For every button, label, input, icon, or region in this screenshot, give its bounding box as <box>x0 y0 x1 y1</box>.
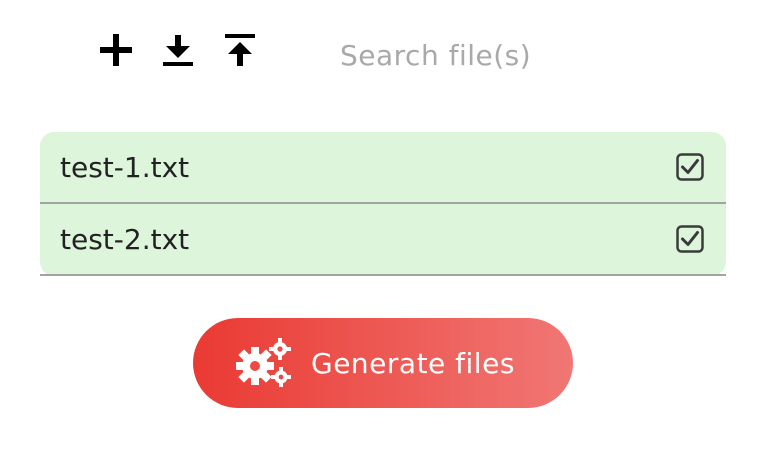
file-list: test-1.txt test-2.txt <box>40 132 726 276</box>
file-generator-page: test-1.txt test-2.txt <box>0 0 762 458</box>
download-button[interactable] <box>158 30 198 70</box>
search-input[interactable] <box>330 34 650 76</box>
toolbar <box>96 28 282 72</box>
checkbox-checked-icon[interactable] <box>676 153 704 181</box>
file-name: test-2.txt <box>60 222 190 256</box>
generate-files-button[interactable]: Generate files <box>193 318 573 408</box>
file-row[interactable]: test-2.txt <box>40 204 726 276</box>
plus-icon <box>100 34 132 66</box>
add-file-button[interactable] <box>96 30 136 70</box>
generate-files-label: Generate files <box>311 346 515 380</box>
upload-button[interactable] <box>220 30 260 70</box>
upload-icon <box>225 34 255 66</box>
download-icon <box>163 35 193 66</box>
gears-icon <box>235 336 293 390</box>
checkbox-checked-icon[interactable] <box>676 225 704 253</box>
file-name: test-1.txt <box>60 150 190 184</box>
file-row[interactable]: test-1.txt <box>40 132 726 204</box>
